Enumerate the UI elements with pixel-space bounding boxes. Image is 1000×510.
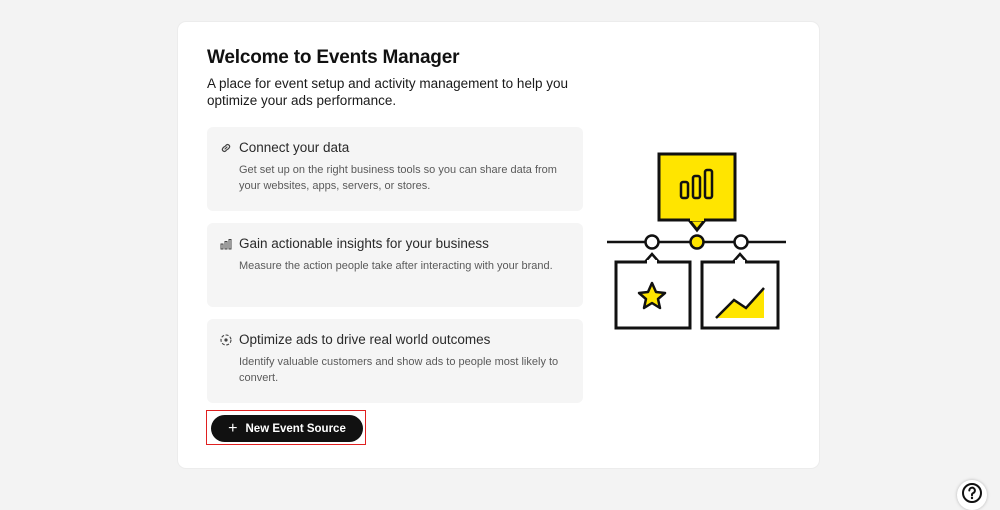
feature-optimize-ads: Optimize ads to drive real world outcome… (207, 319, 583, 403)
plus-icon: + (228, 419, 238, 437)
target-icon (219, 333, 233, 347)
feature-insights: Gain actionable insights for your busine… (207, 223, 583, 307)
feature-description: Get set up on the right business tools s… (239, 164, 557, 192)
feature-title: Gain actionable insights for your busine… (239, 236, 489, 251)
welcome-card: Welcome to Events Manager A place for ev… (178, 22, 819, 468)
new-event-source-button[interactable]: + New Event Source (211, 415, 363, 442)
feature-title: Connect your data (239, 140, 350, 155)
feature-description: Identify valuable customers and show ads… (239, 356, 559, 384)
help-button[interactable] (957, 480, 987, 510)
page-title: Welcome to Events Manager (207, 47, 460, 68)
question-mark-icon (961, 482, 983, 509)
link-icon (219, 141, 233, 155)
bar-chart-icon (219, 237, 233, 251)
page-subtitle: A place for event setup and activity man… (207, 76, 568, 108)
events-manager-illustration (606, 152, 788, 357)
feature-connect-data: Connect your data Get set up on the righ… (207, 127, 583, 211)
feature-title: Optimize ads to drive real world outcome… (239, 332, 491, 347)
new-event-source-label: New Event Source (245, 422, 346, 435)
feature-description: Measure the action people take after int… (239, 260, 553, 272)
